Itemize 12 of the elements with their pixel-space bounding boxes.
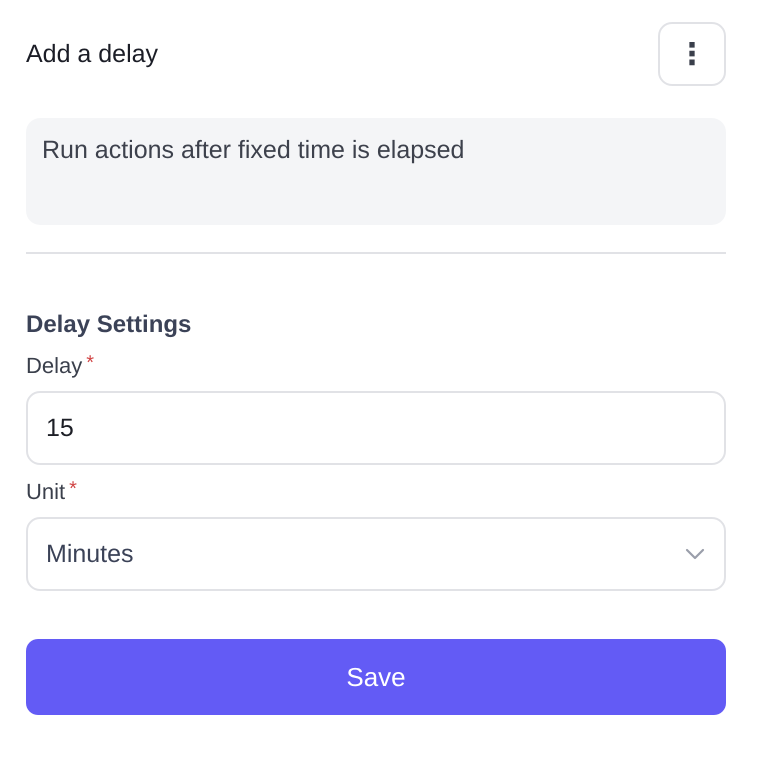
more-options-button[interactable]: ⋮	[658, 22, 726, 86]
delay-input-field[interactable]: 15	[26, 391, 726, 465]
save-button[interactable]: Save	[26, 639, 726, 715]
required-mark: *	[69, 479, 77, 499]
field-label: Unit	[26, 479, 66, 505]
section-title: Delay Settings	[26, 311, 192, 339]
description-field[interactable]: Run actions after fixed time is elapsed	[26, 118, 726, 225]
unit-dropdown[interactable]: Minutes	[26, 517, 726, 591]
required-mark: *	[86, 353, 94, 373]
field-label: Delay	[26, 353, 82, 379]
panel-title: Add a delay	[26, 40, 158, 68]
chevron-down-icon	[684, 547, 706, 561]
